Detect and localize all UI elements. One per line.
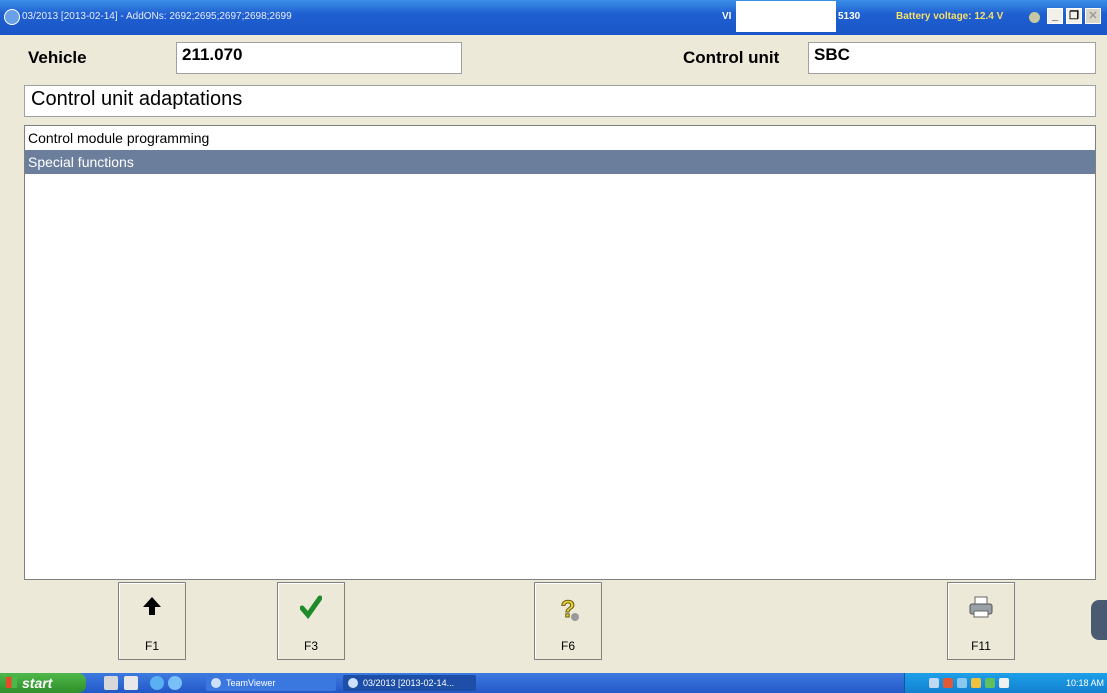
keyboard-icon[interactable] <box>104 676 118 690</box>
close-button[interactable]: ✕ <box>1085 8 1101 24</box>
battery-icon <box>1029 12 1040 23</box>
minimize-button[interactable]: _ <box>1047 8 1063 24</box>
task-label: 03/2013 [2013-02-14... <box>363 678 455 688</box>
display-icon[interactable] <box>999 678 1009 688</box>
battery-voltage: Battery voltage: 12.4 V <box>896 11 1004 22</box>
f3-label: F3 <box>303 639 318 653</box>
redaction-mask <box>736 1 836 32</box>
windows-taskbar: start TeamViewer 03/2013 [2013-02-14... … <box>0 673 1107 693</box>
wireless-icon[interactable] <box>971 678 981 688</box>
window-titlebar[interactable]: 03/2013 [2013-02-14] - AddONs: 2692;2695… <box>0 0 1107 35</box>
f3-confirm-button[interactable]: F3 <box>277 582 345 660</box>
start-button[interactable]: start <box>0 673 86 693</box>
taskbar-task-teamviewer[interactable]: TeamViewer <box>206 675 336 691</box>
teamviewer-icon <box>211 678 221 688</box>
vin-label: VI <box>722 11 732 22</box>
menu-item[interactable]: Special functions <box>25 150 1095 174</box>
vin-value: 5130 <box>838 11 861 22</box>
printer-icon <box>948 595 1014 625</box>
up-arrow-icon <box>119 595 185 625</box>
task-label: TeamViewer <box>226 678 276 688</box>
side-panel-tab[interactable] <box>1091 600 1107 640</box>
app-logo-icon <box>4 9 20 25</box>
vehicle-field: 211.070 <box>176 42 462 74</box>
control-unit-label: Control unit <box>683 48 780 67</box>
f1-label: F1 <box>144 639 159 653</box>
vehicle-label: Vehicle <box>28 48 87 67</box>
window-title: 03/2013 [2013-02-14] - AddONs: 2692;2695… <box>22 11 292 22</box>
security-icon[interactable] <box>943 678 953 688</box>
start-label: start <box>22 675 53 691</box>
internet-explorer-icon[interactable] <box>150 676 164 690</box>
browser-icon[interactable] <box>168 676 182 690</box>
f11-label: F11 <box>971 639 991 653</box>
system-tray: 10:18 AM <box>904 673 1107 693</box>
windows-flag-icon <box>6 677 17 688</box>
checkmark-icon <box>278 595 344 625</box>
network-icon[interactable] <box>929 678 939 688</box>
control-unit-field: SBC <box>808 42 1096 74</box>
clock: 10:18 AM <box>1065 678 1104 688</box>
f11-print-button[interactable]: F11 <box>947 582 1015 660</box>
show-desktop-icon[interactable] <box>124 676 138 690</box>
taskbar-task-xentry[interactable]: 03/2013 [2013-02-14... <box>343 675 476 691</box>
xentry-icon <box>348 678 358 688</box>
volume-icon[interactable] <box>957 678 967 688</box>
help-question-icon: ? <box>535 595 601 625</box>
f6-label: F6 <box>560 639 575 653</box>
update-icon[interactable] <box>985 678 995 688</box>
function-menu-list[interactable]: Control module programming Special functi… <box>24 125 1096 580</box>
menu-item[interactable]: Control module programming <box>25 126 1095 150</box>
f6-help-button[interactable]: ? F6 <box>534 582 602 660</box>
f1-back-button[interactable]: F1 <box>118 582 186 660</box>
page-title: Control unit adaptations <box>24 85 1096 117</box>
restore-button[interactable]: ❐ <box>1066 8 1082 24</box>
